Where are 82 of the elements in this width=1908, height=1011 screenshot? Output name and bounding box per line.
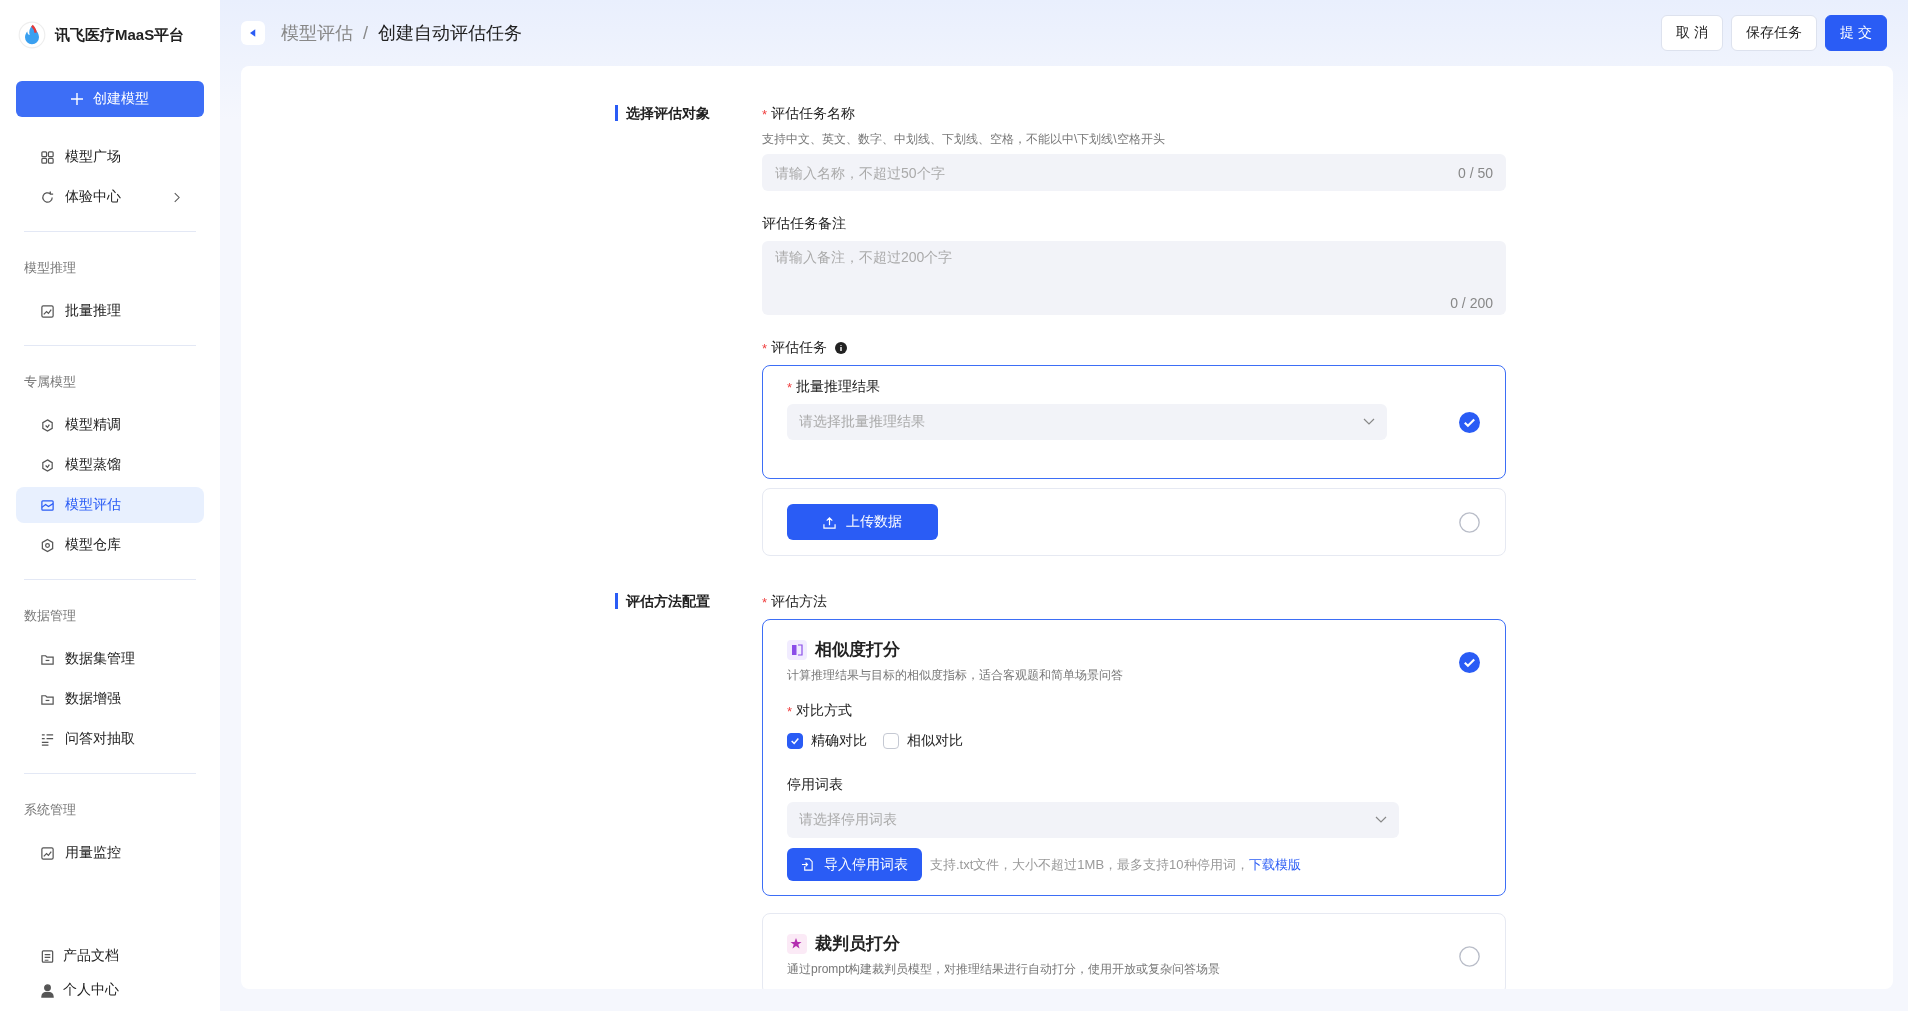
back-button[interactable]: [241, 21, 265, 45]
sidebar-item[interactable]: 问答对抽取: [16, 721, 204, 757]
field-label: * 批量推理结果: [787, 378, 882, 396]
plus-icon: [71, 93, 83, 105]
option-card[interactable]: * 批量推理结果 请选择批量推理结果: [762, 365, 1506, 479]
method-description: 通过prompt构建裁判员模型，对推理结果进行自动打分，使用开放或复杂问答场景: [787, 961, 1222, 978]
method-title: 相似度打分: [815, 639, 900, 661]
method-card[interactable]: 相似度打分 计算推理结果与目标的相似度指标，适合客观题和简单场景问答 * 对比方式 精确对比 相似对比 停用词表 请选择停用词表 导入停用词表 支持.txt文件，大小不超过1MB，最多支持10种停用词，下载模版: [762, 619, 1506, 896]
checkbox-label[interactable]: 精确对比: [811, 732, 867, 750]
grid-icon: [40, 149, 55, 165]
breadcrumb-item: 创建自动评估任务: [378, 22, 522, 45]
sidebar-item[interactable]: 体验中心: [16, 179, 204, 215]
section-title: 评估方法配置: [615, 593, 762, 609]
sidebar-group-title: 数据管理: [23, 607, 77, 625]
header-button[interactable]: 取 消: [1661, 15, 1724, 51]
chevron-down-icon: [1375, 816, 1387, 824]
sidebar-group-title: 系统管理: [23, 801, 77, 819]
method-card[interactable]: 裁判员打分 通过prompt构建裁判员模型，对推理结果进行自动打分，使用开放或复杂问答场景: [762, 913, 1506, 989]
list-icon: [40, 731, 55, 747]
breadcrumb-separator: /: [363, 22, 368, 44]
chart-icon: [40, 845, 55, 861]
checkmark-icon: [790, 736, 800, 746]
character-count: 0 / 200: [1450, 295, 1493, 311]
field-label: * 评估任务: [762, 339, 1506, 357]
chevron-down-icon: [1363, 418, 1375, 426]
sidebar-item[interactable]: 模型蒸馏: [16, 447, 204, 483]
sidebar-item[interactable]: 数据集管理: [16, 641, 204, 677]
checkbox[interactable]: [883, 733, 899, 749]
triangle-left-icon: [250, 29, 256, 37]
section-title: 选择评估对象: [615, 105, 762, 121]
upload-icon: [823, 515, 836, 529]
download-template-link[interactable]: 下载模版: [1248, 856, 1301, 872]
field-label: * 评估任务名称: [762, 105, 857, 123]
import-stopwords-button[interactable]: 导入停用词表: [787, 848, 922, 881]
field-label: * 评估方法: [762, 593, 829, 611]
required-mark: *: [762, 340, 768, 356]
field-label: * 对比方式: [787, 702, 854, 720]
submit-button[interactable]: 提 交: [1825, 15, 1887, 51]
sidebar-item[interactable]: 批量推理: [16, 293, 204, 329]
hexagon-icon: [40, 537, 55, 553]
sidebar-item[interactable]: 数据增强: [16, 681, 204, 717]
radio-button[interactable]: [1459, 946, 1480, 967]
required-mark: *: [787, 379, 793, 395]
upload-data-button[interactable]: 上传数据: [787, 504, 938, 540]
file-import-icon: [801, 858, 814, 871]
selected-check-icon[interactable]: [1459, 411, 1480, 433]
sidebar-item[interactable]: 模型仓库: [16, 527, 204, 563]
sidebar-item[interactable]: 模型评估: [16, 487, 204, 523]
document-icon: [40, 948, 55, 964]
required-mark: *: [762, 594, 768, 610]
image-icon: [40, 497, 55, 513]
required-mark: *: [762, 106, 768, 122]
sidebar-item[interactable]: 模型广场: [16, 139, 204, 175]
method-title: 裁判员打分: [815, 933, 900, 955]
flame-logo-icon: [18, 21, 46, 49]
character-count: 0 / 50: [1457, 165, 1493, 181]
create-model-button[interactable]: 创建模型: [16, 81, 204, 117]
sidebar-item[interactable]: 用量监控: [16, 835, 204, 871]
sidebar-footer-link[interactable]: 产品文档: [40, 939, 180, 973]
method-description: 计算推理结果与目标的相似度指标，适合客观题和简单场景问答: [787, 667, 1124, 684]
option-card[interactable]: 上传数据: [762, 488, 1506, 556]
platform-name: 讯飞医疗MaaS平台: [55, 25, 185, 45]
checkbox[interactable]: [787, 733, 803, 749]
field-hint: 支持中文、英文、数字、中划线、下划线、空格，不能以中\下划线\空格开头: [762, 131, 1166, 148]
chevron-right-icon: [173, 191, 180, 203]
field-label: 停用词表: [787, 776, 844, 794]
selected-check-icon[interactable]: [1459, 652, 1480, 673]
sidebar-group-title: 模型推理: [23, 259, 77, 277]
required-mark: *: [787, 703, 793, 719]
info-icon: [835, 342, 848, 354]
sidebar-item[interactable]: 模型精调: [16, 407, 204, 443]
sidebar-group-title: 专属模型: [23, 373, 77, 391]
user-icon: [40, 982, 55, 998]
field-label: 评估任务备注: [762, 215, 847, 233]
header-button[interactable]: 保存任务: [1731, 15, 1818, 51]
sidebar-footer-link[interactable]: 个人中心: [40, 973, 180, 1007]
refresh-icon: [40, 189, 55, 205]
import-note: 支持.txt文件，大小不超过1MB，最多支持10种停用词，下载模版: [930, 855, 1301, 874]
compare-icon: [787, 639, 807, 660]
radio-button[interactable]: [1459, 511, 1480, 533]
chart-icon: [40, 303, 55, 319]
checkbox-label[interactable]: 相似对比: [907, 732, 963, 750]
